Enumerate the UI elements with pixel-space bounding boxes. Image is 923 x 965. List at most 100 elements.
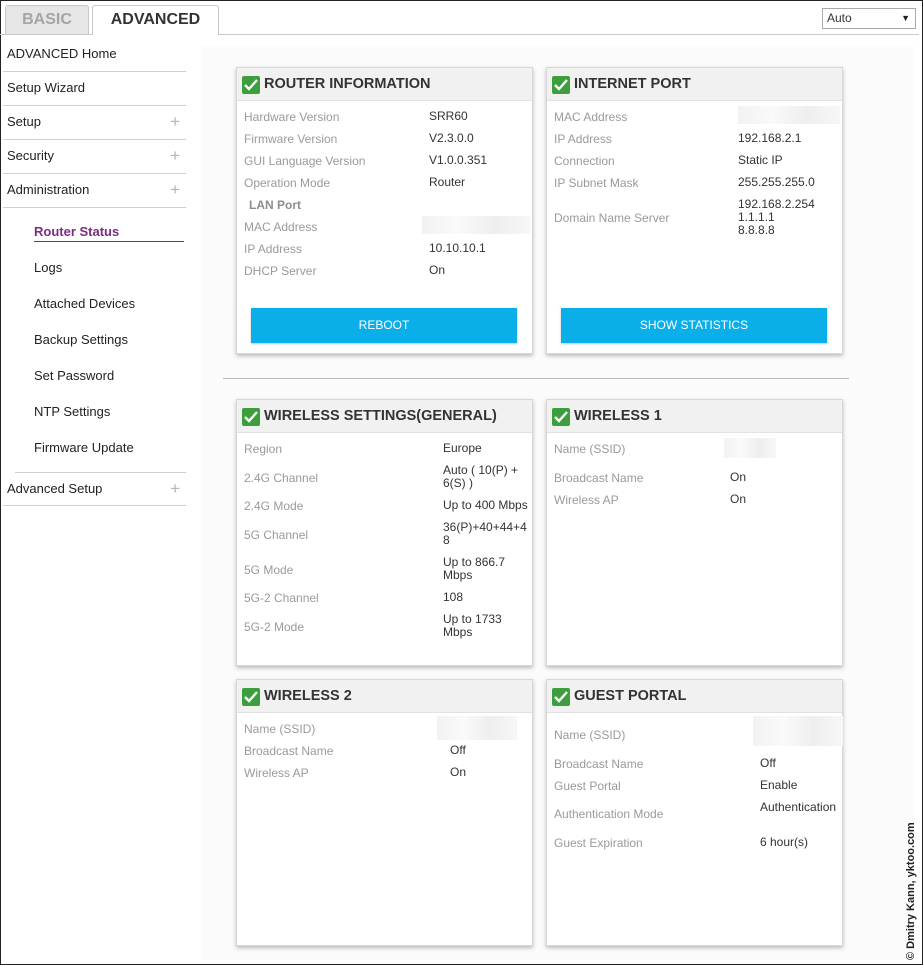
info-value: On (730, 492, 747, 506)
card-title: GUEST PORTAL (574, 688, 687, 704)
info-label: Region (244, 442, 283, 456)
info-value: 108 (443, 590, 464, 604)
redacted-ssid (724, 438, 776, 458)
checkmark-icon (552, 408, 570, 426)
info-label: IP Subnet Mask (554, 176, 639, 190)
info-label: Wireless AP (244, 766, 309, 780)
card-title: WIRELESS SETTINGS(GENERAL) (264, 408, 497, 424)
sidebar: ADVANCED Home Setup Wizard Setup + Securi… (3, 38, 186, 506)
info-label: 5G Channel (244, 528, 309, 542)
info-value: 192.168.2.1 (738, 131, 802, 145)
info-label: MAC Address (244, 220, 318, 234)
active-underline (34, 241, 184, 242)
info-value: Up to 866.7 Mbps (443, 555, 506, 582)
info-value: Off (760, 756, 776, 770)
info-value: Europe (443, 441, 482, 455)
info-label: Name (SSID) (554, 728, 626, 742)
info-label: MAC Address (554, 110, 628, 124)
info-value: Static IP (738, 153, 783, 167)
section-divider (223, 378, 849, 379)
info-label: Hardware Version (244, 110, 340, 124)
sidebar-subitem-ntp-settings[interactable]: NTP Settings (3, 394, 186, 430)
sidebar-item-label: ADVANCED Home (7, 46, 117, 61)
sidebar-subitem-logs[interactable]: Logs (3, 250, 186, 286)
info-value: V1.0.0.351 (429, 153, 488, 167)
info-label: 5G-2 Mode (244, 620, 305, 634)
lan-port-section-label: LAN Port (249, 198, 301, 212)
sidebar-item-security[interactable]: Security + (3, 140, 186, 174)
router-information-card: ROUTER INFORMATION Hardware Version SRR60… (236, 67, 533, 354)
card-header: GUEST PORTAL (547, 680, 842, 713)
sidebar-subitem-firmware-update[interactable]: Firmware Update (3, 430, 186, 466)
info-value: 36(P)+40+44+48 (443, 520, 527, 547)
reboot-button[interactable]: REBOOT (251, 308, 517, 343)
sidebar-subitem-label: Backup Settings (34, 332, 128, 347)
info-label: Name (SSID) (554, 442, 626, 456)
redacted-ssid (437, 716, 517, 740)
info-label: Firmware Version (244, 132, 338, 146)
tab-advanced[interactable]: ADVANCED (92, 5, 219, 35)
sidebar-subitem-label: NTP Settings (34, 404, 111, 419)
plus-icon[interactable]: + (170, 106, 180, 138)
sidebar-item-advanced-home[interactable]: ADVANCED Home (3, 38, 186, 72)
show-statistics-button[interactable]: SHOW STATISTICS (561, 308, 827, 343)
tab-basic[interactable]: BASIC (5, 5, 89, 35)
checkmark-icon (552, 76, 570, 94)
tab-divider-left (0, 34, 92, 35)
card-header: WIRELESS 1 (547, 400, 842, 433)
card-header: WIRELESS SETTINGS(GENERAL) (237, 400, 532, 433)
sidebar-subitem-label: Firmware Update (34, 440, 134, 455)
card-header: INTERNET PORT (547, 68, 842, 101)
checkmark-icon (242, 76, 260, 94)
sidebar-item-advanced-setup[interactable]: Advanced Setup + (3, 473, 186, 506)
redacted-ssid (753, 716, 843, 746)
info-label: Wireless AP (554, 493, 619, 507)
info-value: Off (450, 743, 466, 757)
info-label: Broadcast Name (244, 744, 334, 758)
sidebar-item-label: Security (7, 148, 54, 163)
info-label: Broadcast Name (554, 757, 644, 771)
sidebar-subitem-backup-settings[interactable]: Backup Settings (3, 322, 186, 358)
info-label: 2.4G Mode (244, 499, 304, 513)
info-label: DHCP Server (244, 264, 317, 278)
info-label: IP Address (554, 132, 612, 146)
info-value: V2.3.0.0 (429, 131, 474, 145)
info-label: Authentication Mode (554, 807, 664, 821)
sidebar-subitem-set-password[interactable]: Set Password (3, 358, 186, 394)
sidebar-subitem-label: Attached Devices (34, 296, 136, 311)
sidebar-item-administration[interactable]: Administration + (3, 174, 186, 208)
wireless-settings-card: WIRELESS SETTINGS(GENERAL) Region Europe … (236, 399, 533, 666)
info-value: On (450, 765, 467, 779)
sidebar-item-setup[interactable]: Setup + (3, 106, 186, 140)
sidebar-subitem-attached-devices[interactable]: Attached Devices (3, 286, 186, 322)
wireless-1-card: WIRELESS 1 Name (SSID) Broadcast Name On … (546, 399, 843, 666)
info-label: GUI Language Version (244, 154, 366, 168)
plus-icon[interactable]: + (170, 140, 180, 172)
sidebar-subitem-label: Router Status (34, 224, 120, 239)
sidebar-item-setup-wizard[interactable]: Setup Wizard (3, 72, 186, 106)
sidebar-item-label: Setup (7, 114, 41, 129)
info-value: SRR60 (429, 109, 468, 123)
info-label: 5G Mode (244, 563, 294, 577)
info-value: Router (429, 175, 466, 189)
info-label: 5G-2 Channel (244, 591, 319, 605)
dns-value: 8.8.8.8 (738, 223, 775, 237)
info-value: 10.10.10.1 (429, 241, 486, 255)
language-select[interactable]: Auto ▼ (822, 8, 916, 29)
tab-divider-right (219, 34, 919, 35)
redacted-mac-address (738, 106, 840, 124)
info-label: IP Address (244, 242, 302, 256)
plus-icon[interactable]: + (170, 473, 180, 505)
info-label: Guest Portal (554, 779, 621, 793)
caret-down-icon: ▼ (901, 13, 910, 23)
info-label: Operation Mode (244, 176, 331, 190)
info-label: Guest Expiration (554, 836, 643, 850)
sidebar-subitem-router-status[interactable]: Router Status (3, 214, 186, 250)
info-value: Auto ( 10(P) + 6(S) ) (443, 463, 519, 490)
card-title: ROUTER INFORMATION (264, 76, 431, 92)
wireless-2-card: WIRELESS 2 Name (SSID) Broadcast Name Off… (236, 679, 533, 946)
sidebar-item-label: Administration (7, 182, 90, 197)
info-value: Enable (760, 778, 798, 792)
plus-icon[interactable]: + (170, 174, 180, 206)
info-value: Up to 1733 Mbps (443, 612, 502, 639)
